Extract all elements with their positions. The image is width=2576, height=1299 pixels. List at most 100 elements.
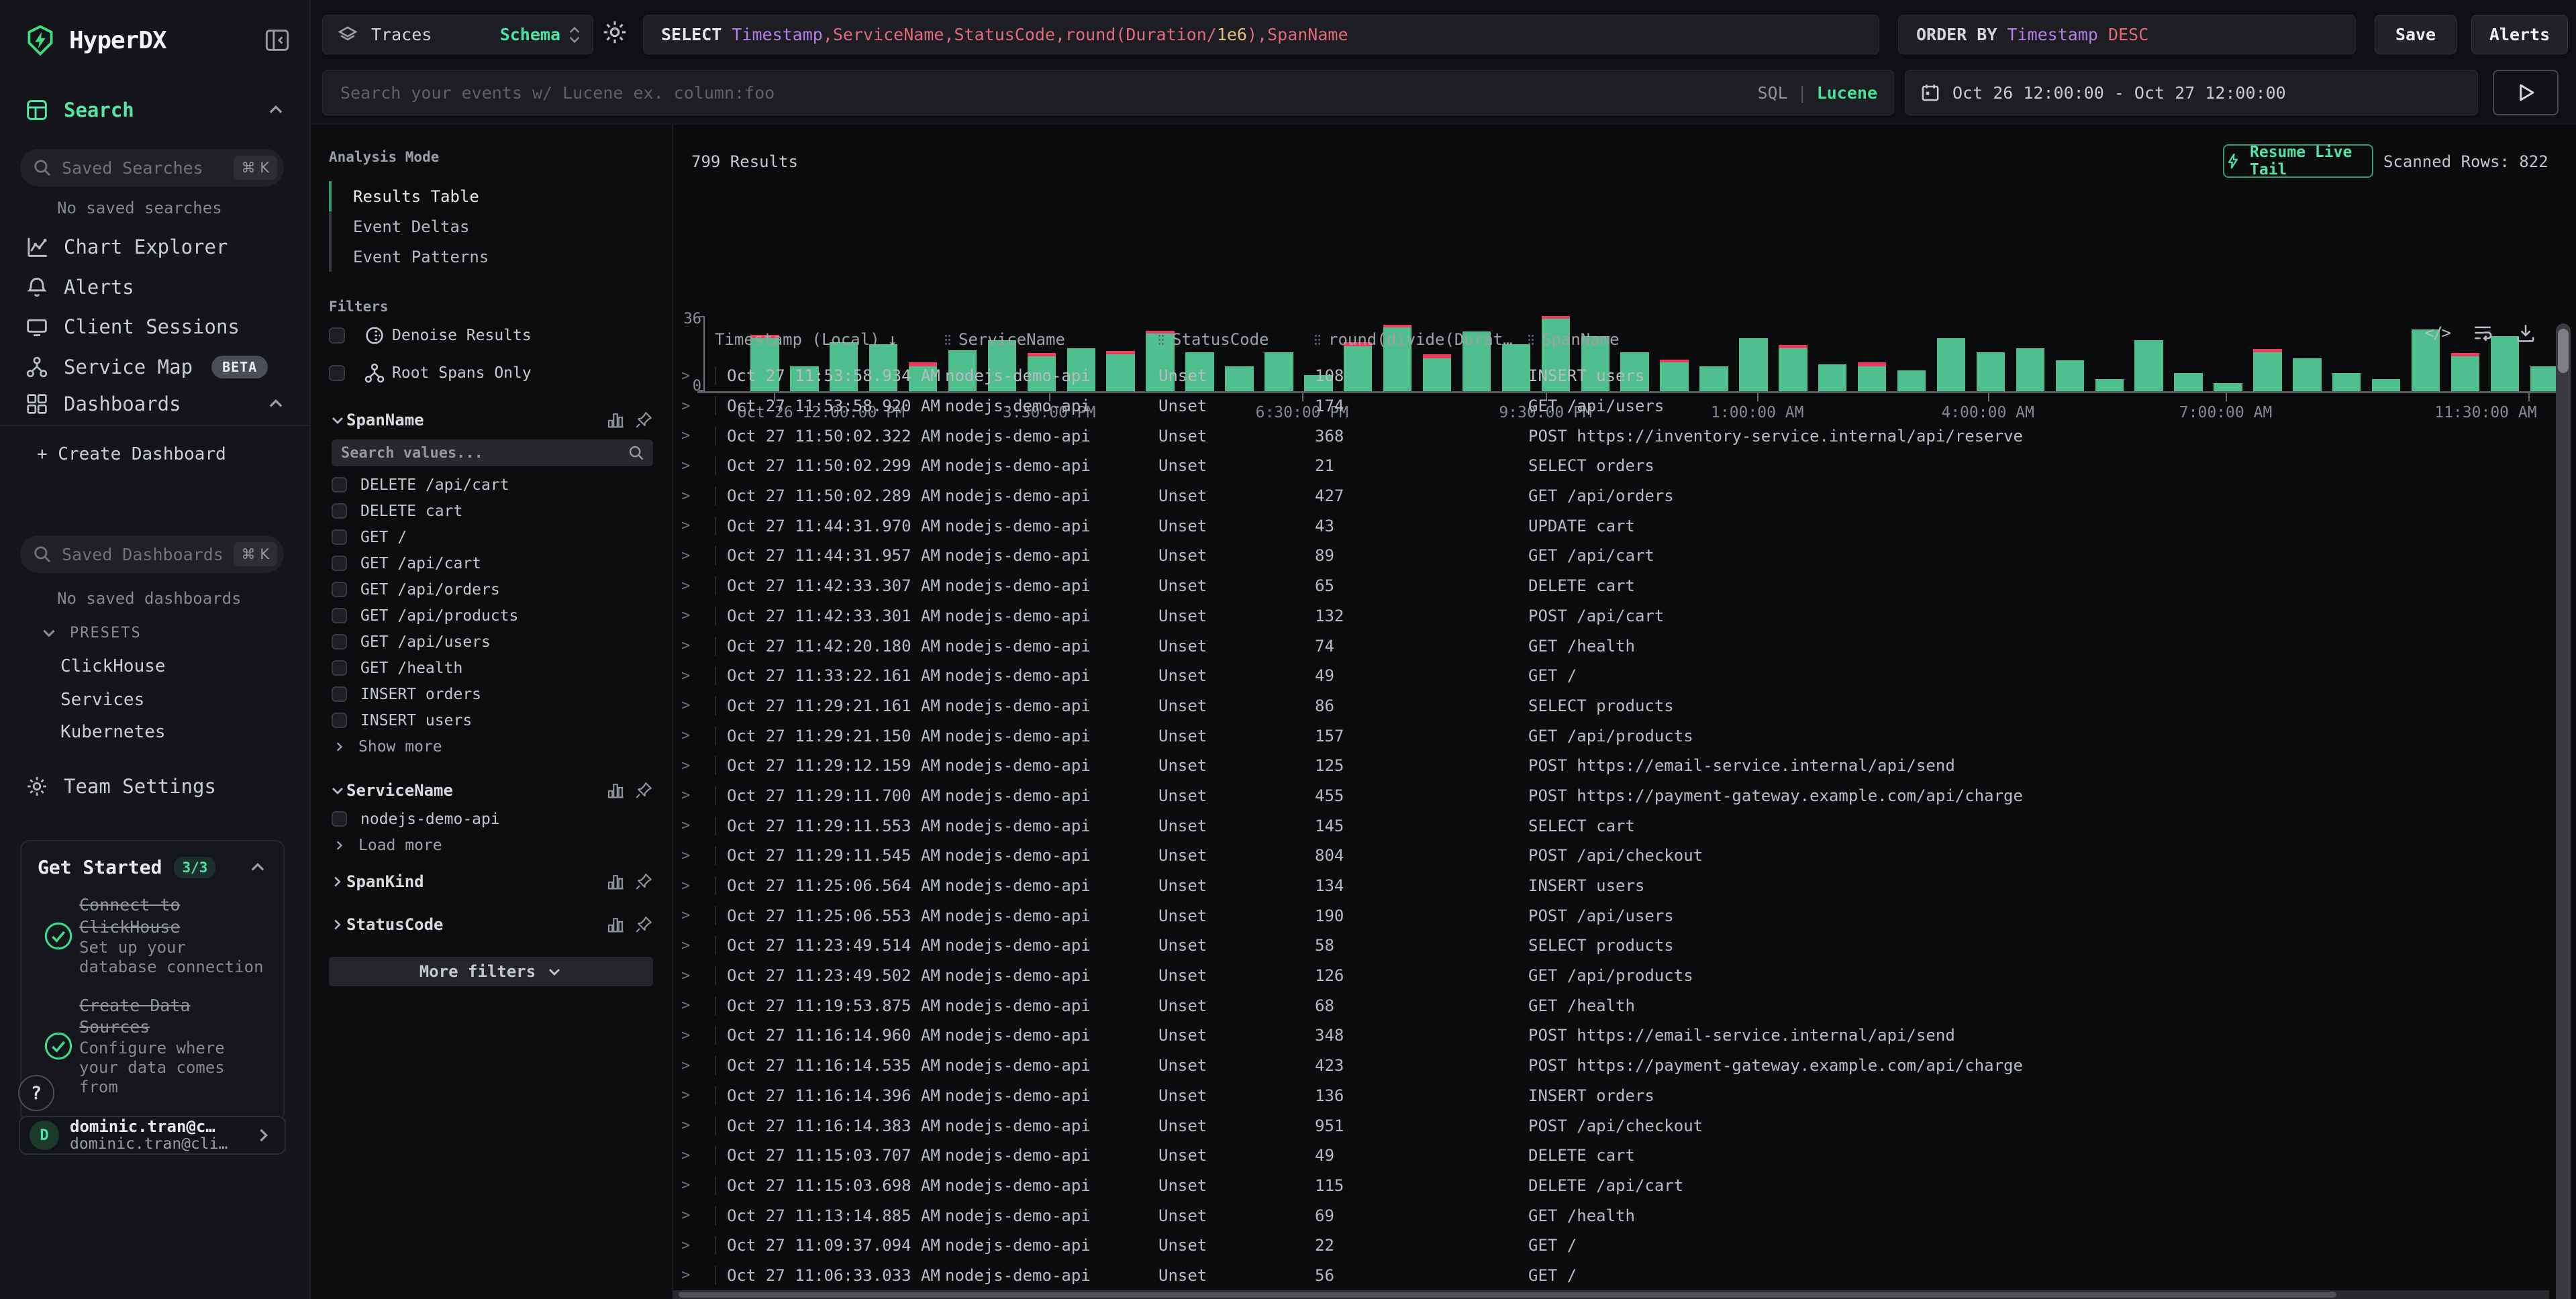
pin-icon[interactable] [634, 872, 653, 891]
table-row[interactable]: > Oct 27 11:29:12.159 AM nodejs-demo-api… [673, 751, 2549, 781]
expand-row-icon[interactable]: > [681, 1027, 715, 1044]
expand-row-icon[interactable]: > [681, 997, 715, 1014]
checkbox[interactable] [332, 634, 347, 650]
spanname-value-option[interactable]: INSERT orders [329, 681, 653, 707]
checkbox[interactable] [329, 365, 345, 381]
select-clause-input[interactable]: SELECT Timestamp,ServiceName,StatusCode,… [643, 15, 1879, 54]
expand-row-icon[interactable]: > [681, 1147, 715, 1164]
preset-clickhouse[interactable]: ClickHouse [60, 656, 166, 676]
scrollbar-thumb[interactable] [2558, 329, 2569, 373]
expand-row-icon[interactable]: > [681, 1177, 715, 1194]
spanname-value-option[interactable]: GET / [329, 524, 653, 550]
table-row[interactable]: > Oct 27 11:16:14.396 AM nodejs-demo-api… [673, 1081, 2549, 1111]
checkbox[interactable] [332, 477, 347, 492]
drag-handle-icon[interactable] [1158, 334, 1164, 346]
sidebar-item-client-sessions[interactable]: Client Sessions [0, 312, 309, 342]
column-header-spanname[interactable]: SpanName [1528, 330, 2549, 349]
expand-row-icon[interactable]: > [681, 1267, 715, 1284]
chevron-up-icon[interactable] [248, 858, 267, 877]
table-row[interactable]: > Oct 27 11:29:21.161 AM nodejs-demo-api… [673, 691, 2549, 721]
table-row[interactable]: > Oct 27 11:06:33.033 AM nodejs-demo-api… [673, 1261, 2549, 1290]
analysis-mode-option[interactable]: Event Patterns [329, 242, 653, 272]
view-sql-icon[interactable]: </> [2425, 323, 2450, 342]
expand-row-icon[interactable]: > [681, 1057, 715, 1074]
table-row[interactable]: > Oct 27 11:16:14.535 AM nodejs-demo-api… [673, 1051, 2549, 1081]
expand-row-icon[interactable]: > [681, 607, 715, 624]
mini-chart-icon[interactable] [606, 781, 625, 800]
expand-row-icon[interactable]: > [681, 1237, 715, 1254]
preset-services[interactable]: Services [60, 690, 144, 710]
checkbox[interactable] [332, 503, 347, 519]
table-row[interactable]: > Oct 27 11:25:06.553 AM nodejs-demo-api… [673, 900, 2549, 931]
drag-handle-icon[interactable] [945, 334, 950, 346]
save-button[interactable]: Save [2375, 15, 2457, 54]
download-icon[interactable] [2516, 323, 2536, 343]
column-header-statuscode[interactable]: StatusCode [1158, 330, 1315, 349]
sidebar-item-chart-explorer[interactable]: Chart Explorer [0, 232, 309, 262]
table-row[interactable]: > Oct 27 11:29:11.553 AM nodejs-demo-api… [673, 811, 2549, 841]
saved-dashboards-input[interactable]: Saved Dashboards ⌘ K [20, 535, 284, 573]
saved-searches-input[interactable]: Saved Searches ⌘ K [20, 149, 284, 187]
table-row[interactable]: > Oct 27 11:29:21.150 AM nodejs-demo-api… [673, 721, 2549, 751]
language-toggle[interactable]: SQL|Lucene [1757, 83, 1877, 103]
lucene-search-input[interactable]: Search your events w/ Lucene ex. column:… [322, 70, 1894, 115]
spanname-value-option[interactable]: GET /api/orders [329, 576, 653, 603]
table-row[interactable]: > Oct 27 11:23:49.514 AM nodejs-demo-api… [673, 931, 2549, 961]
expand-row-icon[interactable]: > [681, 787, 715, 804]
table-row[interactable]: > Oct 27 11:15:03.707 AM nodejs-demo-api… [673, 1141, 2549, 1171]
expand-row-icon[interactable]: > [681, 517, 715, 534]
table-row[interactable]: > Oct 27 11:23:49.502 AM nodejs-demo-api… [673, 961, 2549, 991]
source-select[interactable]: Traces Schema [322, 15, 593, 54]
expand-row-icon[interactable]: > [681, 878, 715, 894]
expand-row-icon[interactable]: > [681, 427, 715, 444]
checkbox[interactable] [332, 608, 347, 623]
spanname-value-option[interactable]: GET /api/products [329, 603, 653, 629]
order-by-input[interactable]: ORDER BY Timestamp DESC [1898, 15, 2356, 54]
spanname-value-option[interactable]: DELETE cart [329, 498, 653, 524]
expand-row-icon[interactable]: > [681, 758, 715, 774]
table-row[interactable]: > Oct 27 11:42:33.301 AM nodejs-demo-api… [673, 601, 2549, 631]
scrollbar-thumb[interactable] [679, 1292, 2336, 1298]
column-header-timestamp[interactable]: Timestamp (Local)↓ [715, 330, 945, 349]
resume-live-tail-button[interactable]: Resume Live Tail [2223, 144, 2373, 178]
expand-row-icon[interactable]: > [681, 637, 715, 654]
filter-group-collapsed[interactable]: SpanKind [329, 862, 653, 902]
expand-row-icon[interactable]: > [681, 398, 715, 415]
table-row[interactable]: > Oct 27 11:50:02.322 AM nodejs-demo-api… [673, 421, 2549, 451]
spanname-value-option[interactable]: INSERT users [329, 707, 653, 733]
table-row[interactable]: > Oct 27 11:44:31.970 AM nodejs-demo-api… [673, 511, 2549, 541]
table-row[interactable]: > Oct 27 11:29:11.545 AM nodejs-demo-api… [673, 841, 2549, 871]
table-row[interactable]: > Oct 27 11:50:02.299 AM nodejs-demo-api… [673, 451, 2549, 481]
expand-row-icon[interactable]: > [681, 668, 715, 684]
table-row[interactable]: > Oct 27 11:15:03.698 AM nodejs-demo-api… [673, 1171, 2549, 1201]
table-row[interactable]: > Oct 27 11:25:06.564 AM nodejs-demo-api… [673, 871, 2549, 901]
root-spans-only-toggle[interactable]: Root Spans Only [329, 356, 653, 390]
create-dashboard-button[interactable]: + Create Dashboard [37, 444, 226, 464]
expand-row-icon[interactable]: > [681, 847, 715, 864]
expand-row-icon[interactable]: > [681, 727, 715, 744]
column-header-servicename[interactable]: ServiceName [945, 330, 1158, 349]
sql-toggle[interactable]: SQL [1757, 83, 1787, 103]
mini-chart-icon[interactable] [606, 872, 625, 891]
table-row[interactable]: > Oct 27 11:50:02.289 AM nodejs-demo-api… [673, 481, 2549, 511]
expand-row-icon[interactable]: > [681, 1087, 715, 1104]
denoise-results-toggle[interactable]: Denoise Results [329, 319, 653, 352]
table-row[interactable]: > Oct 27 11:09:37.094 AM nodejs-demo-api… [673, 1231, 2549, 1261]
spanname-value-option[interactable]: GET /api/users [329, 629, 653, 655]
table-row[interactable]: > Oct 27 11:16:14.960 AM nodejs-demo-api… [673, 1021, 2549, 1051]
expand-row-icon[interactable]: > [681, 458, 715, 474]
analysis-mode-option[interactable]: Results Table [329, 181, 653, 211]
drag-handle-icon[interactable] [1315, 334, 1320, 346]
sidebar-item-service-map[interactable]: Service Map BETA [0, 352, 309, 382]
checkbox[interactable] [332, 529, 347, 545]
user-menu[interactable]: D dominic.tran@c… dominic.tran@cli… [19, 1116, 286, 1155]
table-row[interactable]: > Oct 27 11:53:58.920 AM nodejs-demo-api… [673, 391, 2549, 421]
sidebar-item-alerts[interactable]: Alerts [0, 272, 309, 302]
wrap-lines-icon[interactable] [2473, 323, 2493, 343]
get-started-item[interactable]: Connect to ClickHouse Set up your databa… [38, 894, 267, 978]
more-filters-button[interactable]: More filters [329, 957, 653, 986]
date-range-picker[interactable]: Oct 26 12:00:00 - Oct 27 12:00:00 [1905, 70, 2478, 115]
table-row[interactable]: > Oct 27 11:53:58.934 AM nodejs-demo-api… [673, 361, 2549, 391]
spanname-value-option[interactable]: DELETE /api/cart [329, 472, 653, 498]
expand-row-icon[interactable]: > [681, 968, 715, 984]
